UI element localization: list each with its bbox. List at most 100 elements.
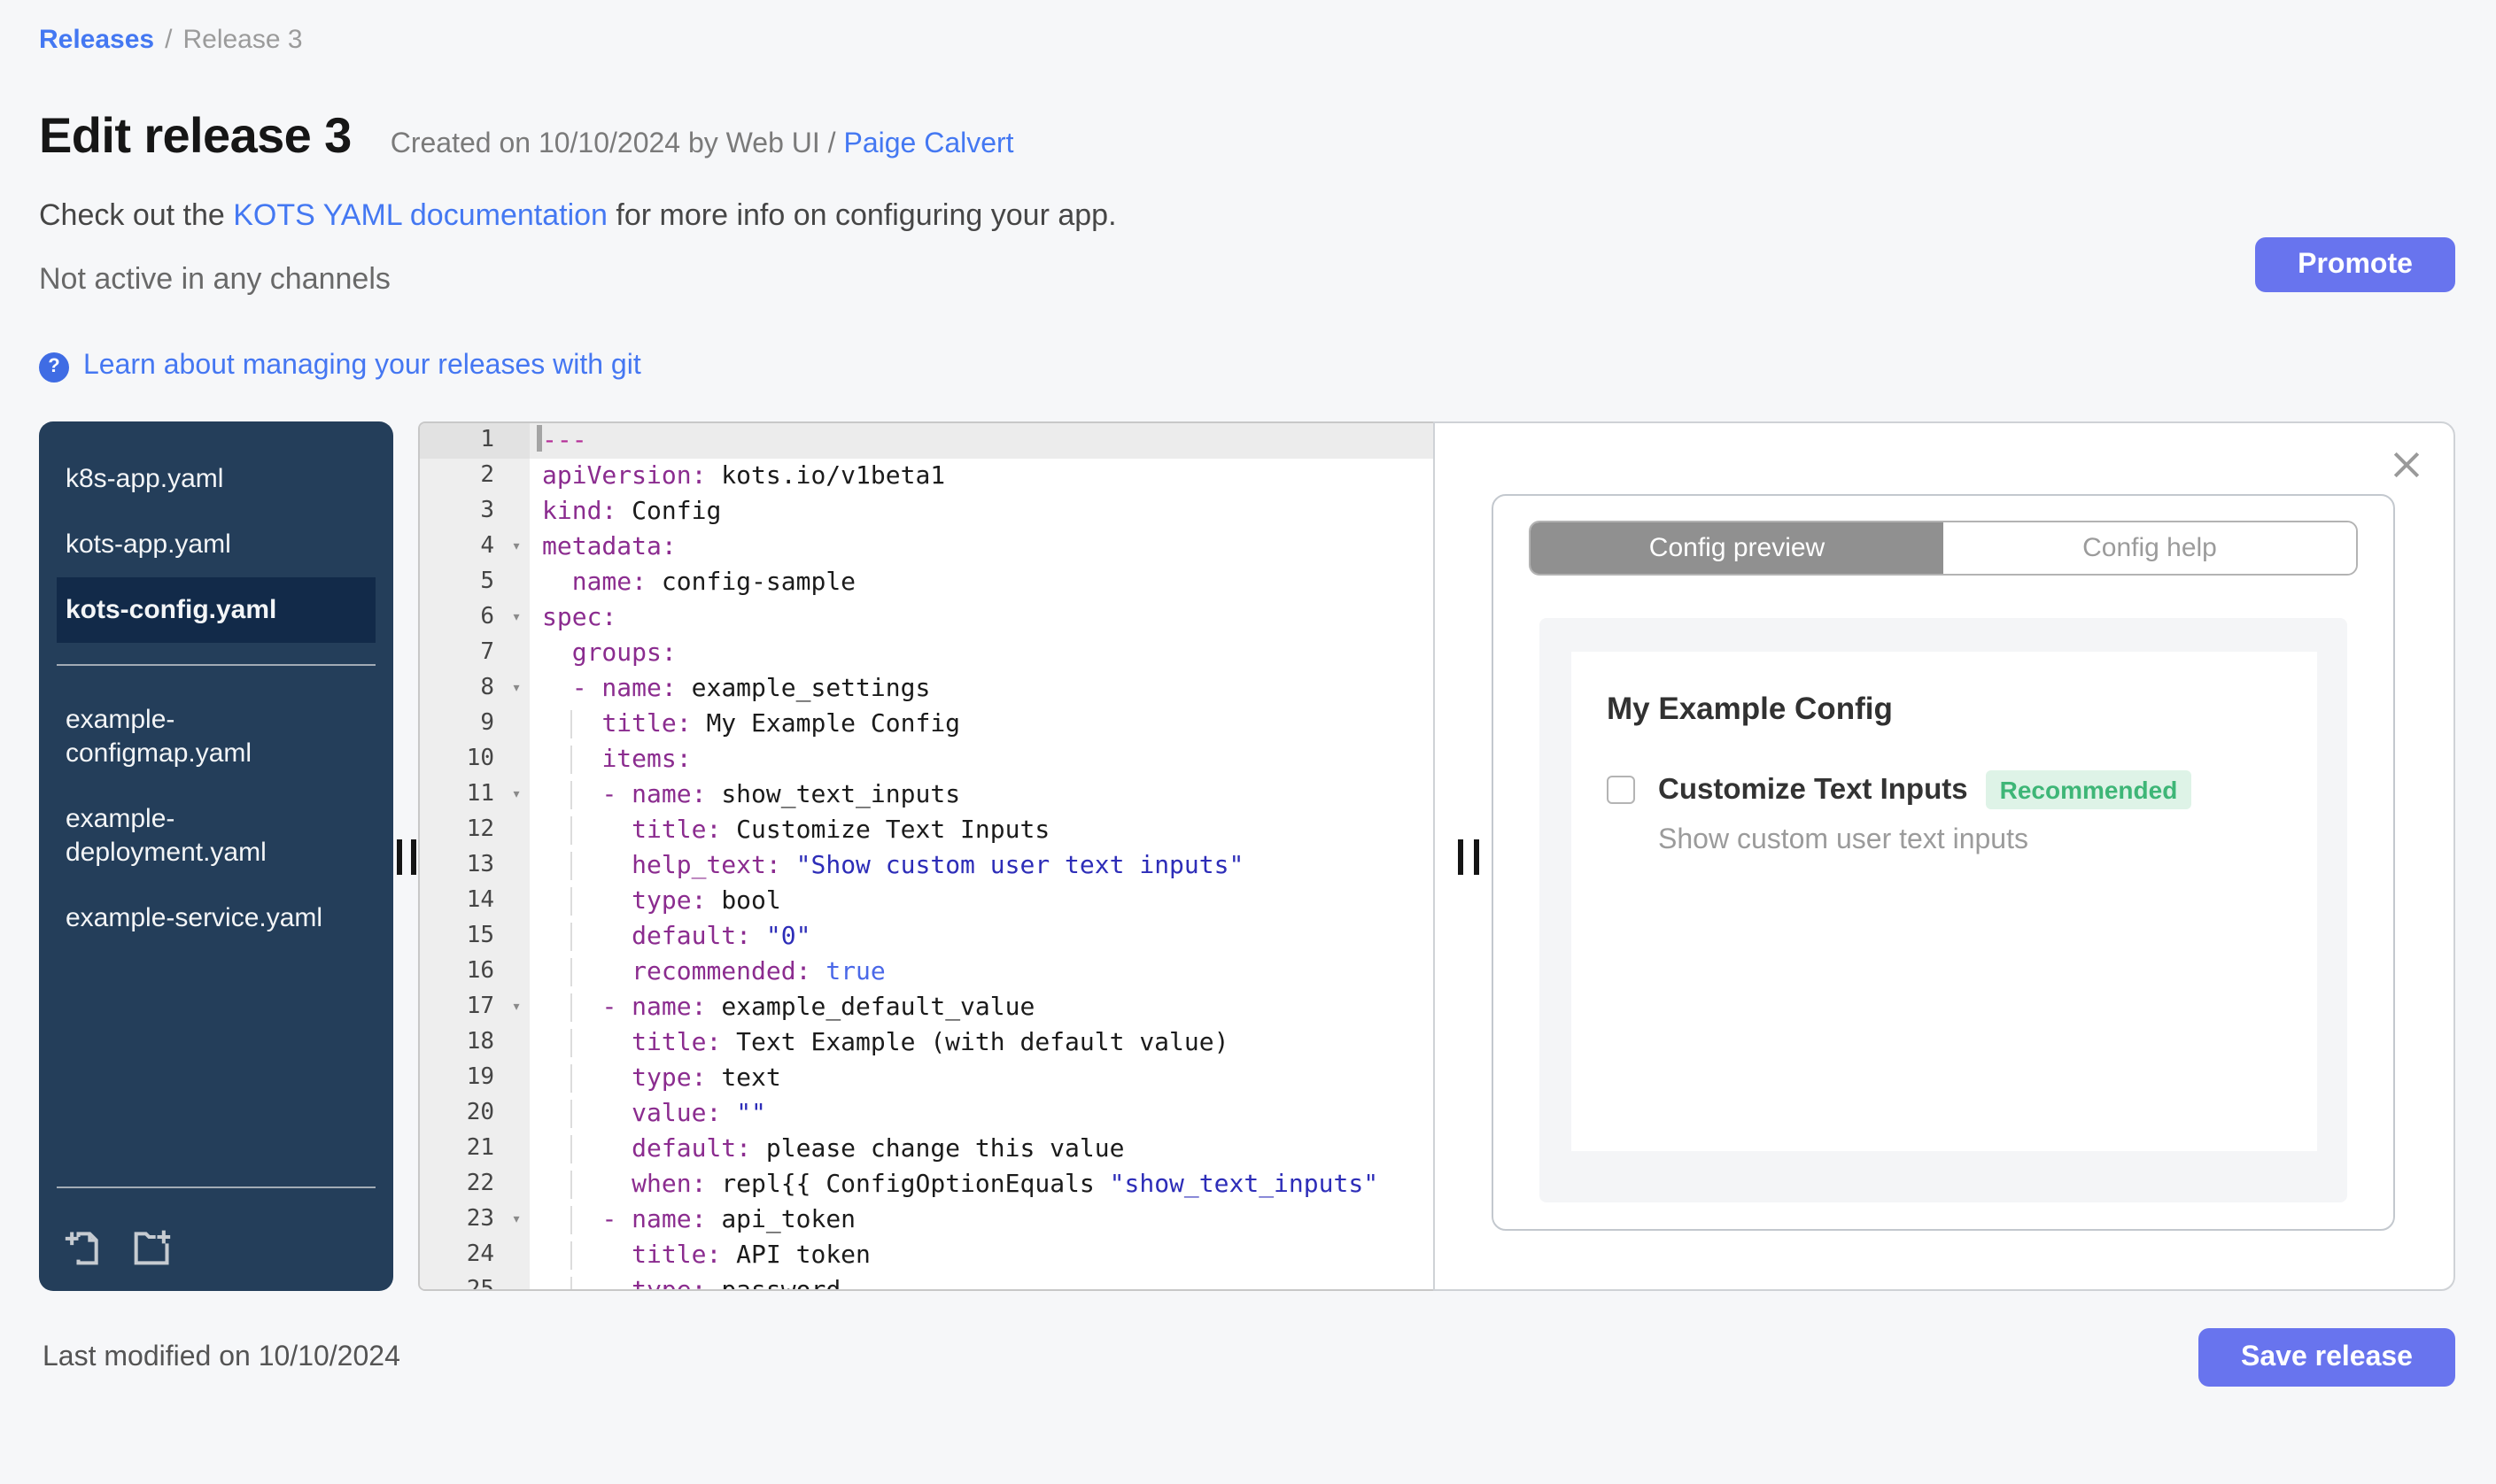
resize-bar: [410, 839, 415, 874]
line-number: 11: [420, 777, 503, 813]
close-icon[interactable]: [2388, 446, 2425, 483]
code-line[interactable]: 21 default: please change this value: [420, 1132, 1433, 1167]
save-release-button[interactable]: Save release: [2198, 1328, 2455, 1387]
code-line[interactable]: 2 apiVersion: kots.io/v1beta1: [420, 459, 1433, 494]
left-resize-handle[interactable]: [393, 421, 418, 1291]
file-tree-item[interactable]: example-service.yaml: [57, 885, 376, 951]
code-line[interactable]: 7 groups:: [420, 636, 1433, 671]
fold-gutter: [503, 423, 530, 459]
file-tree-item[interactable]: example-deployment.yaml: [57, 786, 376, 885]
channel-status: Not active in any channels: [39, 262, 391, 296]
code-line[interactable]: 4 ▾ metadata:: [420, 529, 1433, 565]
resize-bar: [1474, 839, 1479, 874]
fold-gutter: [503, 1238, 530, 1273]
code-line[interactable]: 1 ---: [420, 423, 1433, 459]
docs-line-after: for more info on configuring your app.: [607, 198, 1117, 232]
kots-yaml-docs-link[interactable]: KOTS YAML documentation: [233, 198, 608, 232]
config-preview-area: My Example Config Customize Text Inputs …: [1539, 618, 2347, 1202]
code-text: when: repl{{ ConfigOptionEquals "show_te…: [530, 1167, 1433, 1202]
author-link[interactable]: Paige Calvert: [843, 129, 1013, 159]
line-number: 15: [420, 919, 503, 955]
breadcrumb-releases-link[interactable]: Releases: [39, 25, 154, 55]
code-line[interactable]: 24 title: API token: [420, 1238, 1433, 1273]
line-number: 10: [420, 742, 503, 777]
fold-arrow-icon[interactable]: ▾: [503, 1202, 530, 1238]
add-file-button[interactable]: [64, 1227, 103, 1266]
code-line[interactable]: 18 title: Text Example (with default val…: [420, 1025, 1433, 1061]
line-number: 14: [420, 884, 503, 919]
fold-arrow-icon[interactable]: ▾: [503, 990, 530, 1025]
line-number: 2: [420, 459, 503, 494]
line-number: 20: [420, 1096, 503, 1132]
code-text: groups:: [571, 639, 677, 668]
folder-plus-icon: [131, 1227, 174, 1266]
config-panel: Config preview Config help My Example Co…: [1433, 421, 2455, 1291]
code-text: - name: show_text_inputs: [530, 777, 1433, 813]
docs-line: Check out the KOTS YAML documentation fo…: [39, 198, 2455, 234]
code-text: items:: [530, 742, 1433, 777]
git-releases-link[interactable]: Learn about managing your releases with …: [83, 351, 641, 383]
code-line[interactable]: 20 value: "": [420, 1096, 1433, 1132]
code-line[interactable]: 10 items:: [420, 742, 1433, 777]
right-resize-handle[interactable]: [1458, 839, 1479, 874]
code-line[interactable]: 6 ▾ spec:: [420, 600, 1433, 636]
code-line[interactable]: 15 default: "0": [420, 919, 1433, 955]
code-line[interactable]: 8 ▾ - name: example_settings: [420, 671, 1433, 707]
tab-config-preview[interactable]: Config preview: [1531, 522, 1943, 574]
tree-divider: [57, 664, 376, 666]
file-name: kots-app.yaml: [66, 529, 231, 560]
app-root: Releases / Release 3 Edit release 3 Create…: [0, 25, 2496, 1484]
page-header: Edit release 3 Created on 10/10/2024 by …: [39, 108, 2455, 165]
code-line[interactable]: 3 kind: Config: [420, 494, 1433, 529]
file-tree-item[interactable]: kots-config.yaml: [57, 577, 376, 643]
fold-gutter: [503, 459, 530, 494]
fold-gutter: [503, 636, 530, 671]
code-line[interactable]: 5 name: config-sample: [420, 565, 1433, 600]
code-line[interactable]: 13 help_text: "Show custom user text inp…: [420, 848, 1433, 884]
fold-arrow-icon[interactable]: ▾: [503, 529, 530, 565]
file-tree-item[interactable]: k8s-app.yaml: [57, 446, 376, 512]
code-line[interactable]: 17 ▾ - name: example_default_value: [420, 990, 1433, 1025]
footer: Last modified on 10/10/2024 Save release: [39, 1328, 2455, 1387]
fold-gutter: [503, 1061, 530, 1096]
code-line[interactable]: 14 type: bool: [420, 884, 1433, 919]
code-line[interactable]: 25 type: password: [420, 1273, 1433, 1289]
code-line[interactable]: 23 ▾ - name: api_token: [420, 1202, 1433, 1238]
code-line[interactable]: 16 recommended: true: [420, 955, 1433, 990]
tab-config-help[interactable]: Config help: [1943, 522, 2356, 574]
config-item-help: Show custom user text inputs: [1658, 825, 2028, 855]
file-tree-item[interactable]: example-configmap.yaml: [57, 687, 376, 786]
code-text: recommended: true: [530, 955, 1433, 990]
config-checkbox[interactable]: [1607, 776, 1635, 804]
line-number: 21: [420, 1132, 503, 1167]
config-group-title: My Example Config: [1607, 691, 1893, 726]
code-line[interactable]: 9 title: My Example Config: [420, 707, 1433, 742]
fold-arrow-icon[interactable]: ▾: [503, 777, 530, 813]
promote-button[interactable]: Promote: [2255, 237, 2455, 292]
config-card: My Example Config Customize Text Inputs …: [1571, 652, 2317, 1151]
code-text: metadata:: [542, 533, 677, 561]
file-tree-item[interactable]: kots-app.yaml: [57, 512, 376, 577]
code-line[interactable]: 12 title: Customize Text Inputs: [420, 813, 1433, 848]
yaml-editor[interactable]: 1 --- 2 apiVersion: kots.io/v1beta1 3 kind: C…: [418, 421, 1433, 1291]
code-text: - name: example_settings: [571, 675, 931, 703]
code-text: spec:: [542, 604, 617, 632]
created-meta: Created on 10/10/2024 by Web UI / Paige …: [391, 129, 1014, 161]
line-number: 9: [420, 707, 503, 742]
fold-gutter: [503, 1167, 530, 1202]
fold-gutter: [503, 919, 530, 955]
created-meta-text: Created on 10/10/2024 by Web UI /: [390, 129, 844, 159]
git-help-row: ? Learn about managing your releases wit…: [39, 351, 2455, 383]
breadcrumb: Releases / Release 3: [39, 25, 2455, 55]
add-folder-button[interactable]: [131, 1227, 174, 1266]
code-text: title: Customize Text Inputs: [530, 813, 1433, 848]
code-text: title: Text Example (with default value): [530, 1025, 1433, 1061]
line-number: 12: [420, 813, 503, 848]
fold-arrow-icon[interactable]: ▾: [503, 671, 530, 707]
code-text: title: My Example Config: [530, 707, 1433, 742]
code-line[interactable]: 11 ▾ - name: show_text_inputs: [420, 777, 1433, 813]
resize-bar: [1458, 839, 1463, 874]
code-line[interactable]: 19 type: text: [420, 1061, 1433, 1096]
code-line[interactable]: 22 when: repl{{ ConfigOptionEquals "show…: [420, 1167, 1433, 1202]
fold-arrow-icon[interactable]: ▾: [503, 600, 530, 636]
